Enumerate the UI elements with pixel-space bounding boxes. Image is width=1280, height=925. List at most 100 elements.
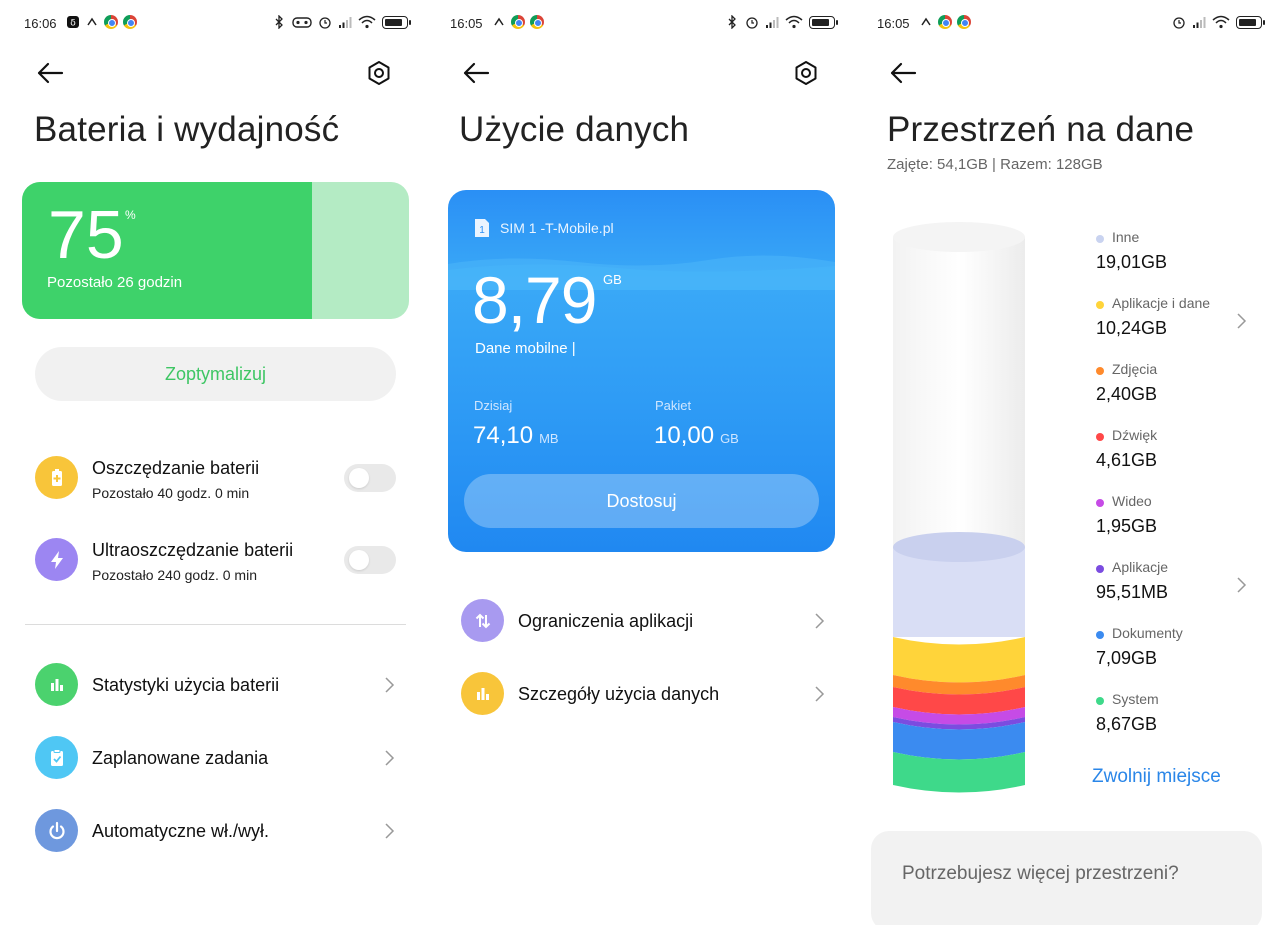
signal-icon [1193,17,1206,28]
alarm-icon [319,17,331,29]
legend-dot [1096,697,1104,705]
legend-item-video: Wideo 1,95GB [1096,488,1256,538]
battery-saver-label: Oszczędzanie baterii [92,458,260,478]
status-bar: 16:05 [853,14,1280,32]
alarm-icon [746,17,758,29]
today-value: 74,10 [473,422,534,449]
adjust-button[interactable]: Dostosuj [464,474,819,528]
legend-value: 95,51MB [1096,582,1169,602]
power-icon [35,809,78,852]
signal-icon [766,17,779,28]
chrome-icon [511,15,525,29]
arrow-up-icon [921,17,931,26]
plan-unit: GB [720,431,739,446]
plan-label: Pakiet [655,398,692,413]
legend-item-photos: Zdjęcia 2,40GB [1096,356,1256,406]
storage-summary: Zajęte: 54,1GB | Razem: 128GB [887,156,1103,173]
today-usage: 74,10 MB [473,422,559,450]
ultra-battery-saver-remaining: Pozostało 240 godz. 0 min [92,567,257,583]
status-time: 16:05 [450,16,483,31]
divider [25,624,406,625]
clipboard-check-icon [35,736,78,779]
app-restrictions-row[interactable]: Ograniczenia aplikacji [461,599,826,643]
ultra-battery-saver-row[interactable]: Ultraoszczędzanie baterii Pozostało 240 … [35,537,396,587]
legend-dot [1096,433,1104,441]
auto-power-row[interactable]: Automatyczne wł./wył. [35,809,396,853]
legend-dot [1096,301,1104,309]
chrome-icon [938,15,952,29]
legend-item-other: Inne 19,01GB [1096,224,1256,274]
battery-screen: 16:06 δ Bateria i wydajność 75 % Pozosta… [0,0,426,925]
data-type-label: Dane mobilne | [475,340,576,357]
legend-value: 7,09GB [1096,648,1158,668]
app-restrictions-label: Ograniczenia aplikacji [518,611,694,631]
data-usage-screen: 16:05 Użycie danych 1 SIM 1 -T-Mobile.pl… [426,0,853,925]
legend-dot [1096,499,1104,507]
legend-name: Aplikacje [1112,559,1169,575]
battery-percent: 75 [48,197,124,273]
data-usage-unit: GB [603,272,622,287]
battery-saver-row[interactable]: Oszczędzanie baterii Pozostało 40 godz. … [35,455,396,505]
notification-app-icon: δ [67,16,79,29]
storage-cylinder [893,222,1025,793]
legend-dot [1096,367,1104,375]
chevron-right-icon [385,750,395,766]
sim-card-icon: 1 [475,219,489,237]
bluetooth-icon [275,15,283,29]
legend-item-apps-data[interactable]: Aplikacje i dane 10,24GB [1096,290,1256,340]
legend-dot [1096,565,1104,573]
ultra-battery-saver-label: Ultraoszczędzanie baterii [92,540,294,560]
svg-text:δ: δ [70,19,76,29]
battery-level-card[interactable]: 75 % Pozostało 26 godzin [22,182,409,319]
data-usage-value: 8,79 [472,263,597,337]
legend-value: 8,67GB [1096,714,1158,734]
battery-status-icon [809,15,838,29]
data-usage-details-row[interactable]: Szczegóły użycia danych [461,672,826,716]
chevron-right-icon [1237,313,1247,329]
back-arrow-icon[interactable] [887,58,919,88]
storage-screen: 16:05 Przestrzeń na dane Zajęte: 54,1GB … [853,0,1280,925]
battery-saver-toggle[interactable] [344,464,396,492]
scheduled-tasks-row[interactable]: Zaplanowane zadania [35,736,396,780]
legend-name: Zdjęcia [1112,361,1158,377]
battery-saver-icon [35,456,78,499]
chrome-icon [957,15,971,29]
battery-saver-remaining: Pozostało 40 godz. 0 min [92,485,250,501]
chevron-right-icon [1237,577,1247,593]
today-label: Dzisiaj [474,398,513,413]
back-arrow-icon[interactable] [34,58,66,88]
free-up-space-link[interactable]: Zwolnij miejsce [1092,766,1221,788]
more-space-card[interactable]: Potrzebujesz więcej przestrzeni? [871,831,1262,925]
wifi-icon [785,15,803,29]
auto-power-label: Automatyczne wł./wył. [92,821,270,841]
bar-chart-icon [35,663,78,706]
lightning-icon [35,538,78,581]
alarm-icon [1173,17,1185,29]
optimize-button[interactable]: Zoptymalizuj [35,347,396,401]
data-usage-card: 1 SIM 1 -T-Mobile.pl 8,79 GB Dane mobiln… [448,190,835,552]
chevron-right-icon [385,823,395,839]
chrome-icon [530,15,544,29]
legend-name: Aplikacje i dane [1112,295,1211,311]
legend-item-audio: Dźwięk 4,61GB [1096,422,1256,472]
ultra-battery-saver-toggle[interactable] [344,546,396,574]
page-title: Użycie danych [459,110,690,149]
settings-gear-icon[interactable] [791,58,821,88]
percent-sign: % [125,208,136,222]
bar-chart-icon [461,672,504,715]
back-arrow-icon[interactable] [460,58,492,88]
vr-icon [292,17,312,28]
status-time: 16:05 [877,16,910,31]
legend-name: System [1112,691,1159,707]
status-bar: 16:06 δ [0,14,426,32]
plan-amount: 10,00 GB [654,422,739,450]
legend-item-apps[interactable]: Aplikacje 95,51MB [1096,554,1256,604]
up-down-arrows-icon [461,599,504,642]
settings-gear-icon[interactable] [364,58,394,88]
wifi-icon [1212,15,1230,29]
svg-text:1: 1 [479,225,485,236]
legend-name: Inne [1112,229,1140,245]
chevron-right-icon [815,613,825,629]
legend-dot [1096,631,1104,639]
battery-stats-row[interactable]: Statystyki użycia baterii [35,663,396,707]
